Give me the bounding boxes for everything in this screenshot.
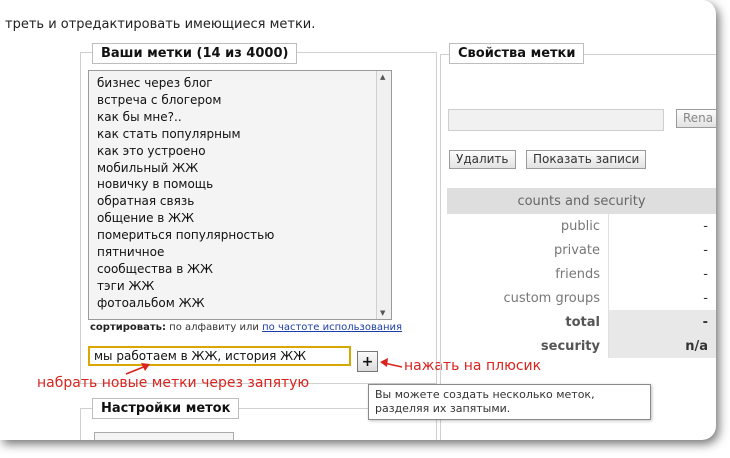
table-row: custom groups -	[447, 286, 716, 310]
table-row: public -	[447, 214, 716, 238]
counts-security-header: counts and security	[447, 188, 716, 214]
input-hint-arrow	[125, 365, 147, 375]
rename-tag-input[interactable]	[448, 109, 664, 131]
row-label: private	[554, 242, 600, 258]
rename-button[interactable]: Rena	[676, 109, 716, 128]
row-label: friends	[555, 266, 600, 282]
row-value: -	[608, 310, 716, 334]
row-label: public	[560, 218, 600, 234]
counts-security-table: counts and security public - private - fri…	[447, 188, 716, 358]
window-frame: треть и отредактировать имеющиеся метки.…	[0, 0, 716, 440]
row-value: -	[608, 262, 716, 286]
tag-properties-title: Свойства метки	[449, 43, 585, 64]
row-label: security	[540, 338, 600, 354]
row-label: custom groups	[503, 290, 600, 306]
table-row: friends -	[447, 262, 716, 286]
table-row: security n/a	[447, 334, 716, 358]
row-value: n/a	[608, 334, 716, 358]
row-value: -	[608, 286, 716, 310]
input-hint-annotation: набрать новые метки через запятую	[37, 375, 310, 391]
tooltip: Вы можете создать несколько меток, разде…	[368, 384, 651, 420]
row-label: total	[565, 314, 600, 330]
tag-settings-select[interactable]	[94, 432, 234, 440]
plus-hint-arrowhead	[380, 358, 388, 367]
delete-button[interactable]: Удалить	[449, 150, 516, 169]
table-row: total -	[447, 310, 716, 334]
row-value: -	[608, 238, 716, 262]
row-value: -	[608, 214, 716, 238]
table-row: private -	[447, 238, 716, 262]
show-posts-button[interactable]: Показать записи	[526, 150, 647, 169]
tag-settings-title: Настройки меток	[92, 398, 240, 419]
